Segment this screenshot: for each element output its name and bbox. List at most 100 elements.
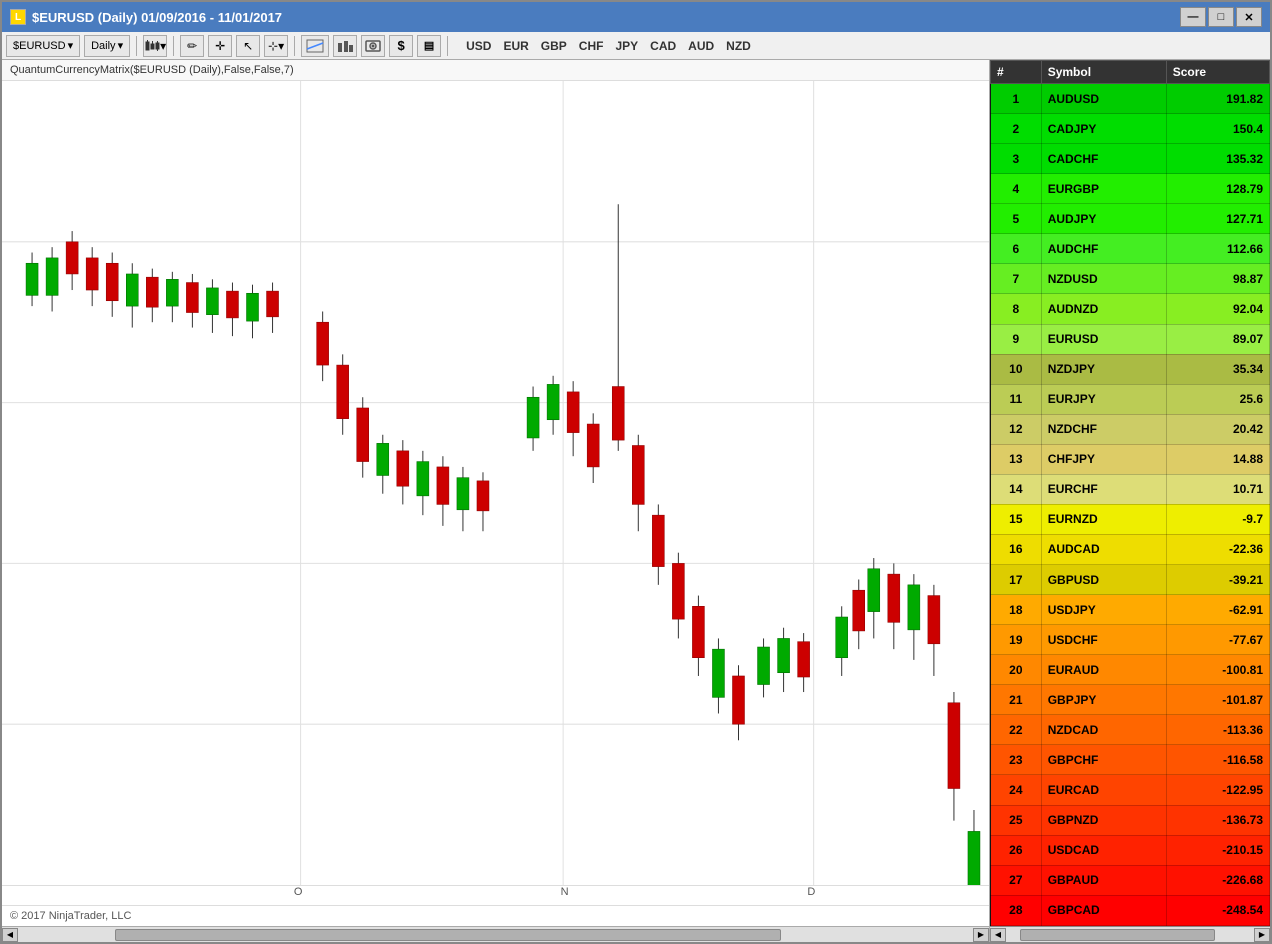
currency-btn-usd[interactable]: USD [462, 37, 495, 55]
matrix-row-1[interactable]: 1AUDUSD191.82 [991, 84, 1270, 114]
matrix-symbol: AUDUSD [1041, 84, 1166, 114]
matrix-row-18[interactable]: 18USDJPY-62.91 [991, 595, 1270, 625]
scroll-left-btn[interactable]: ◀ [2, 928, 18, 942]
col-header-symbol: Symbol [1041, 61, 1166, 84]
matrix-row-7[interactable]: 7NZDUSD98.87 [991, 264, 1270, 294]
matrix-row-3[interactable]: 3CADCHF135.32 [991, 144, 1270, 174]
right-panel: # Symbol Score 1AUDUSD191.822CADJPY150.4… [990, 60, 1270, 942]
matrix-row-27[interactable]: 27GBPAUD-226.68 [991, 865, 1270, 895]
timeframe-dropdown[interactable]: Daily ▾ [84, 35, 130, 57]
matrix-rank: 25 [991, 805, 1042, 835]
currency-btn-aud[interactable]: AUD [684, 37, 718, 55]
separator-3 [294, 36, 295, 56]
chart-svg [2, 81, 989, 885]
matrix-row-13[interactable]: 13CHFJPY14.88 [991, 444, 1270, 474]
matrix-row-6[interactable]: 6AUDCHF112.66 [991, 234, 1270, 264]
matrix-row-9[interactable]: 9EURUSD89.07 [991, 324, 1270, 354]
maximize-button[interactable]: □ [1208, 7, 1234, 27]
matrix-row-8[interactable]: 8AUDNZD92.04 [991, 294, 1270, 324]
matrix-row-11[interactable]: 11EURJPY25.6 [991, 384, 1270, 414]
matrix-symbol: CADCHF [1041, 144, 1166, 174]
matrix-row-24[interactable]: 24EURCAD-122.95 [991, 775, 1270, 805]
matrix-symbol: GBPJPY [1041, 685, 1166, 715]
matrix-score: -62.91 [1166, 595, 1269, 625]
matrix-scroll-thumb[interactable] [1020, 929, 1215, 941]
matrix-row-21[interactable]: 21GBPJPY-101.87 [991, 685, 1270, 715]
matrix-row-12[interactable]: 12NZDCHF20.42 [991, 414, 1270, 444]
window-controls: — □ ✕ [1180, 7, 1262, 27]
dollar-btn[interactable]: $ [389, 35, 413, 57]
matrix-row-10[interactable]: 10NZDJPY35.34 [991, 354, 1270, 384]
matrix-scroll-right[interactable]: ▶ [1254, 928, 1270, 942]
draw-tool-btn[interactable]: ✏ [180, 35, 204, 57]
chart-canvas[interactable] [2, 81, 989, 885]
matrix-row-20[interactable]: 20EURAUD-100.81 [991, 655, 1270, 685]
select-btn[interactable]: ⊹ ▾ [264, 35, 288, 57]
currency-btn-cad[interactable]: CAD [646, 37, 680, 55]
main-content: QuantumCurrencyMatrix($EURUSD (Daily),Fa… [2, 60, 1270, 942]
matrix-row-26[interactable]: 26USDCAD-210.15 [991, 835, 1270, 865]
matrix-scroll-left[interactable]: ◀ [990, 928, 1006, 942]
chart-scrollbar-h[interactable]: ◀ ▶ [2, 926, 989, 942]
crosshair-btn[interactable]: ✛ [208, 35, 232, 57]
matrix-symbol: EURUSD [1041, 324, 1166, 354]
scroll-thumb[interactable] [115, 929, 781, 941]
matrix-score: 89.07 [1166, 324, 1269, 354]
matrix-row-4[interactable]: 4EURGBP128.79 [991, 174, 1270, 204]
matrix-score: -210.15 [1166, 835, 1269, 865]
matrix-rank: 5 [991, 204, 1042, 234]
indicator-btn[interactable] [301, 35, 329, 57]
matrix-row-16[interactable]: 16AUDCAD-22.36 [991, 534, 1270, 564]
app-icon: L [10, 9, 26, 25]
currency-btn-gbp[interactable]: GBP [537, 37, 571, 55]
time-label-o: O [294, 886, 303, 898]
matrix-row-17[interactable]: 17GBPUSD-39.21 [991, 565, 1270, 595]
matrix-row-23[interactable]: 23GBPCHF-116.58 [991, 745, 1270, 775]
matrix-rank: 21 [991, 685, 1042, 715]
bar-chart-btn[interactable] [333, 35, 357, 57]
pointer-btn[interactable]: ↖ [236, 35, 260, 57]
copyright: © 2017 NinjaTrader, LLC [2, 905, 989, 926]
scroll-right-btn[interactable]: ▶ [973, 928, 989, 942]
minimize-button[interactable]: — [1180, 7, 1206, 27]
matrix-symbol: NZDCAD [1041, 715, 1166, 745]
matrix-row-14[interactable]: 14EURCHF10.71 [991, 474, 1270, 504]
dropdown-arrow-icon: ▾ [68, 39, 74, 52]
matrix-row-2[interactable]: 2CADJPY150.4 [991, 114, 1270, 144]
matrix-row-28[interactable]: 28GBPCAD-248.54 [991, 895, 1270, 925]
chart-type-btn[interactable]: ▾ [143, 35, 167, 57]
matrix-rank: 14 [991, 474, 1042, 504]
matrix-row-15[interactable]: 15EURNZD-9.7 [991, 504, 1270, 534]
currency-btn-eur[interactable]: EUR [499, 37, 532, 55]
scroll-track[interactable] [20, 928, 971, 942]
matrix-symbol: EURGBP [1041, 174, 1166, 204]
matrix-rank: 12 [991, 414, 1042, 444]
currency-btn-jpy[interactable]: JPY [611, 37, 642, 55]
matrix-score: -226.68 [1166, 865, 1269, 895]
currency-btn-nzd[interactable]: NZD [722, 37, 755, 55]
matrix-rank: 18 [991, 595, 1042, 625]
matrix-score: 20.42 [1166, 414, 1269, 444]
matrix-scroll-track[interactable] [1008, 928, 1252, 942]
screenshot-icon [365, 39, 381, 53]
settings-btn[interactable]: ▤ [417, 35, 441, 57]
currency-btn-chf[interactable]: CHF [575, 37, 608, 55]
matrix-scrollbar[interactable]: ◀ ▶ [990, 926, 1270, 942]
matrix-row-25[interactable]: 25GBPNZD-136.73 [991, 805, 1270, 835]
matrix-row-5[interactable]: 5AUDJPY127.71 [991, 204, 1270, 234]
separator-1 [136, 36, 137, 56]
matrix-row-22[interactable]: 22NZDCAD-113.36 [991, 715, 1270, 745]
indicator-icon [306, 39, 324, 53]
matrix-symbol: EURAUD [1041, 655, 1166, 685]
matrix-table: # Symbol Score 1AUDUSD191.822CADJPY150.4… [990, 60, 1270, 926]
matrix-symbol: CADJPY [1041, 114, 1166, 144]
col-header-rank: # [991, 61, 1042, 84]
matrix-rank: 13 [991, 444, 1042, 474]
screenshot-btn[interactable] [361, 35, 385, 57]
matrix-symbol: NZDCHF [1041, 414, 1166, 444]
close-button[interactable]: ✕ [1236, 7, 1262, 27]
matrix-symbol: EURNZD [1041, 504, 1166, 534]
matrix-rank: 23 [991, 745, 1042, 775]
matrix-row-19[interactable]: 19USDCHF-77.67 [991, 625, 1270, 655]
symbol-dropdown[interactable]: $EURUSD ▾ [6, 35, 80, 57]
